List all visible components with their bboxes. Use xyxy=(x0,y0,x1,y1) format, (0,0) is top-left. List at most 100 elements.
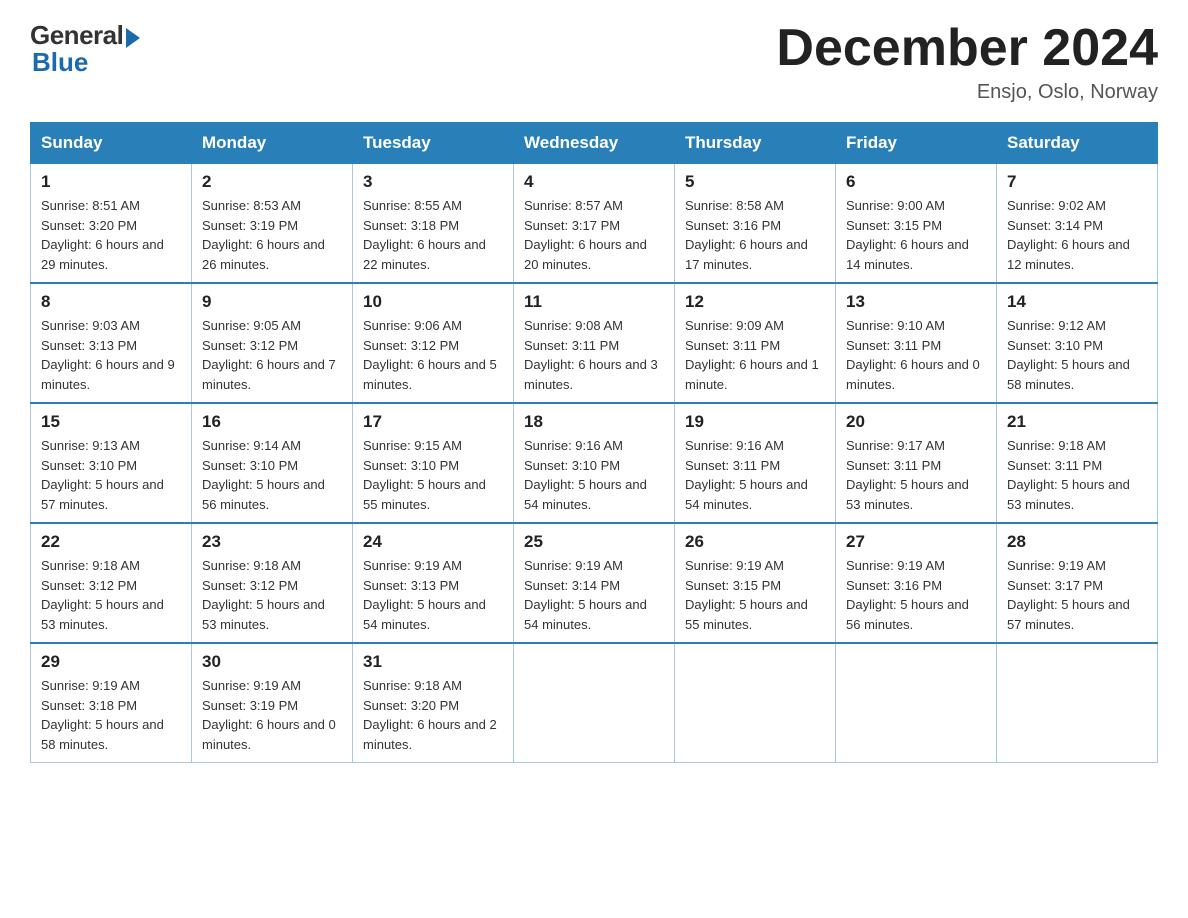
day-info: Sunrise: 9:02 AMSunset: 3:14 PMDaylight:… xyxy=(1007,196,1147,274)
day-number: 3 xyxy=(363,172,503,192)
calendar-day-cell: 24 Sunrise: 9:19 AMSunset: 3:13 PMDaylig… xyxy=(353,523,514,643)
day-info: Sunrise: 9:19 AMSunset: 3:18 PMDaylight:… xyxy=(41,676,181,754)
day-info: Sunrise: 9:09 AMSunset: 3:11 PMDaylight:… xyxy=(685,316,825,394)
day-number: 1 xyxy=(41,172,181,192)
calendar-day-cell: 25 Sunrise: 9:19 AMSunset: 3:14 PMDaylig… xyxy=(514,523,675,643)
day-number: 17 xyxy=(363,412,503,432)
calendar-week-row: 15 Sunrise: 9:13 AMSunset: 3:10 PMDaylig… xyxy=(31,403,1158,523)
calendar-week-row: 29 Sunrise: 9:19 AMSunset: 3:18 PMDaylig… xyxy=(31,643,1158,763)
weekday-header-thursday: Thursday xyxy=(675,123,836,164)
day-info: Sunrise: 9:19 AMSunset: 3:13 PMDaylight:… xyxy=(363,556,503,634)
calendar-week-row: 22 Sunrise: 9:18 AMSunset: 3:12 PMDaylig… xyxy=(31,523,1158,643)
day-info: Sunrise: 9:08 AMSunset: 3:11 PMDaylight:… xyxy=(524,316,664,394)
day-number: 19 xyxy=(685,412,825,432)
day-number: 18 xyxy=(524,412,664,432)
calendar-day-cell: 10 Sunrise: 9:06 AMSunset: 3:12 PMDaylig… xyxy=(353,283,514,403)
calendar-day-cell: 17 Sunrise: 9:15 AMSunset: 3:10 PMDaylig… xyxy=(353,403,514,523)
day-info: Sunrise: 9:14 AMSunset: 3:10 PMDaylight:… xyxy=(202,436,342,514)
calendar-week-row: 8 Sunrise: 9:03 AMSunset: 3:13 PMDayligh… xyxy=(31,283,1158,403)
calendar-day-cell: 22 Sunrise: 9:18 AMSunset: 3:12 PMDaylig… xyxy=(31,523,192,643)
day-number: 5 xyxy=(685,172,825,192)
calendar-day-cell: 20 Sunrise: 9:17 AMSunset: 3:11 PMDaylig… xyxy=(836,403,997,523)
day-info: Sunrise: 9:03 AMSunset: 3:13 PMDaylight:… xyxy=(41,316,181,394)
day-info: Sunrise: 8:51 AMSunset: 3:20 PMDaylight:… xyxy=(41,196,181,274)
day-number: 22 xyxy=(41,532,181,552)
day-number: 15 xyxy=(41,412,181,432)
calendar-day-cell: 4 Sunrise: 8:57 AMSunset: 3:17 PMDayligh… xyxy=(514,164,675,284)
calendar-day-cell xyxy=(514,643,675,763)
day-info: Sunrise: 9:10 AMSunset: 3:11 PMDaylight:… xyxy=(846,316,986,394)
day-number: 12 xyxy=(685,292,825,312)
day-info: Sunrise: 9:17 AMSunset: 3:11 PMDaylight:… xyxy=(846,436,986,514)
day-number: 27 xyxy=(846,532,986,552)
calendar-day-cell: 19 Sunrise: 9:16 AMSunset: 3:11 PMDaylig… xyxy=(675,403,836,523)
day-number: 25 xyxy=(524,532,664,552)
calendar-day-cell: 5 Sunrise: 8:58 AMSunset: 3:16 PMDayligh… xyxy=(675,164,836,284)
day-number: 29 xyxy=(41,652,181,672)
day-number: 20 xyxy=(846,412,986,432)
day-info: Sunrise: 8:55 AMSunset: 3:18 PMDaylight:… xyxy=(363,196,503,274)
calendar-day-cell: 12 Sunrise: 9:09 AMSunset: 3:11 PMDaylig… xyxy=(675,283,836,403)
day-number: 23 xyxy=(202,532,342,552)
day-number: 11 xyxy=(524,292,664,312)
day-number: 21 xyxy=(1007,412,1147,432)
day-number: 30 xyxy=(202,652,342,672)
calendar-day-cell: 16 Sunrise: 9:14 AMSunset: 3:10 PMDaylig… xyxy=(192,403,353,523)
logo: General Blue xyxy=(30,20,140,78)
day-number: 4 xyxy=(524,172,664,192)
day-info: Sunrise: 9:06 AMSunset: 3:12 PMDaylight:… xyxy=(363,316,503,394)
weekday-header-saturday: Saturday xyxy=(997,123,1158,164)
weekday-header-tuesday: Tuesday xyxy=(353,123,514,164)
calendar-day-cell: 7 Sunrise: 9:02 AMSunset: 3:14 PMDayligh… xyxy=(997,164,1158,284)
calendar-day-cell: 27 Sunrise: 9:19 AMSunset: 3:16 PMDaylig… xyxy=(836,523,997,643)
calendar-day-cell: 3 Sunrise: 8:55 AMSunset: 3:18 PMDayligh… xyxy=(353,164,514,284)
calendar-table: SundayMondayTuesdayWednesdayThursdayFrid… xyxy=(30,122,1158,763)
calendar-day-cell: 28 Sunrise: 9:19 AMSunset: 3:17 PMDaylig… xyxy=(997,523,1158,643)
day-number: 2 xyxy=(202,172,342,192)
day-info: Sunrise: 9:18 AMSunset: 3:12 PMDaylight:… xyxy=(202,556,342,634)
calendar-day-cell: 21 Sunrise: 9:18 AMSunset: 3:11 PMDaylig… xyxy=(997,403,1158,523)
calendar-day-cell: 9 Sunrise: 9:05 AMSunset: 3:12 PMDayligh… xyxy=(192,283,353,403)
day-info: Sunrise: 9:19 AMSunset: 3:15 PMDaylight:… xyxy=(685,556,825,634)
location-label: Ensjo, Oslo, Norway xyxy=(776,81,1158,104)
day-info: Sunrise: 9:19 AMSunset: 3:16 PMDaylight:… xyxy=(846,556,986,634)
calendar-day-cell xyxy=(675,643,836,763)
month-title: December 2024 xyxy=(776,20,1158,77)
calendar-day-cell: 1 Sunrise: 8:51 AMSunset: 3:20 PMDayligh… xyxy=(31,164,192,284)
calendar-day-cell: 23 Sunrise: 9:18 AMSunset: 3:12 PMDaylig… xyxy=(192,523,353,643)
day-number: 24 xyxy=(363,532,503,552)
calendar-day-cell xyxy=(997,643,1158,763)
day-info: Sunrise: 8:57 AMSunset: 3:17 PMDaylight:… xyxy=(524,196,664,274)
day-info: Sunrise: 9:05 AMSunset: 3:12 PMDaylight:… xyxy=(202,316,342,394)
calendar-day-cell: 15 Sunrise: 9:13 AMSunset: 3:10 PMDaylig… xyxy=(31,403,192,523)
calendar-day-cell: 2 Sunrise: 8:53 AMSunset: 3:19 PMDayligh… xyxy=(192,164,353,284)
day-number: 14 xyxy=(1007,292,1147,312)
logo-blue-text: Blue xyxy=(32,47,88,78)
day-number: 13 xyxy=(846,292,986,312)
day-info: Sunrise: 9:19 AMSunset: 3:17 PMDaylight:… xyxy=(1007,556,1147,634)
calendar-day-cell: 8 Sunrise: 9:03 AMSunset: 3:13 PMDayligh… xyxy=(31,283,192,403)
page-header: General Blue December 2024 Ensjo, Oslo, … xyxy=(30,20,1158,104)
day-info: Sunrise: 8:58 AMSunset: 3:16 PMDaylight:… xyxy=(685,196,825,274)
day-number: 9 xyxy=(202,292,342,312)
calendar-day-cell: 30 Sunrise: 9:19 AMSunset: 3:19 PMDaylig… xyxy=(192,643,353,763)
calendar-day-cell xyxy=(836,643,997,763)
day-info: Sunrise: 9:18 AMSunset: 3:11 PMDaylight:… xyxy=(1007,436,1147,514)
day-info: Sunrise: 9:00 AMSunset: 3:15 PMDaylight:… xyxy=(846,196,986,274)
day-info: Sunrise: 9:12 AMSunset: 3:10 PMDaylight:… xyxy=(1007,316,1147,394)
day-number: 10 xyxy=(363,292,503,312)
weekday-header-sunday: Sunday xyxy=(31,123,192,164)
day-info: Sunrise: 9:16 AMSunset: 3:11 PMDaylight:… xyxy=(685,436,825,514)
day-number: 16 xyxy=(202,412,342,432)
logo-arrow-icon xyxy=(126,28,140,48)
day-number: 7 xyxy=(1007,172,1147,192)
calendar-day-cell: 11 Sunrise: 9:08 AMSunset: 3:11 PMDaylig… xyxy=(514,283,675,403)
day-info: Sunrise: 9:18 AMSunset: 3:12 PMDaylight:… xyxy=(41,556,181,634)
day-number: 8 xyxy=(41,292,181,312)
calendar-day-cell: 18 Sunrise: 9:16 AMSunset: 3:10 PMDaylig… xyxy=(514,403,675,523)
day-number: 6 xyxy=(846,172,986,192)
calendar-day-cell: 31 Sunrise: 9:18 AMSunset: 3:20 PMDaylig… xyxy=(353,643,514,763)
calendar-day-cell: 29 Sunrise: 9:19 AMSunset: 3:18 PMDaylig… xyxy=(31,643,192,763)
day-number: 28 xyxy=(1007,532,1147,552)
day-info: Sunrise: 9:13 AMSunset: 3:10 PMDaylight:… xyxy=(41,436,181,514)
